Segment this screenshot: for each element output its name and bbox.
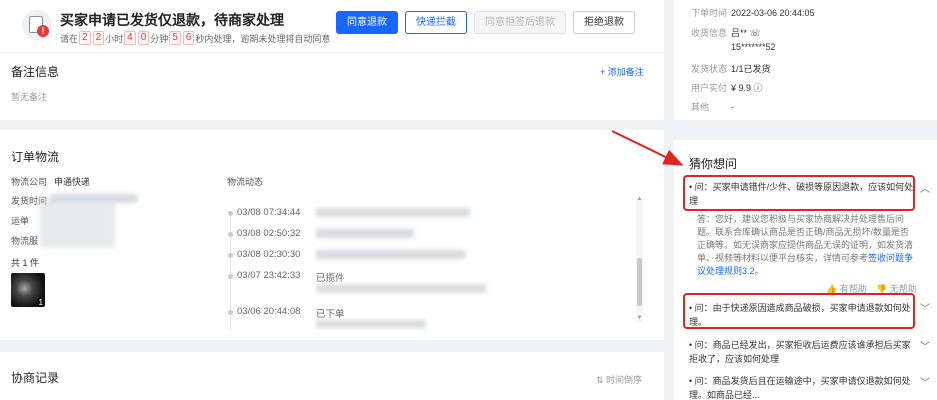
annotation-arrow-icon [611,130,684,166]
